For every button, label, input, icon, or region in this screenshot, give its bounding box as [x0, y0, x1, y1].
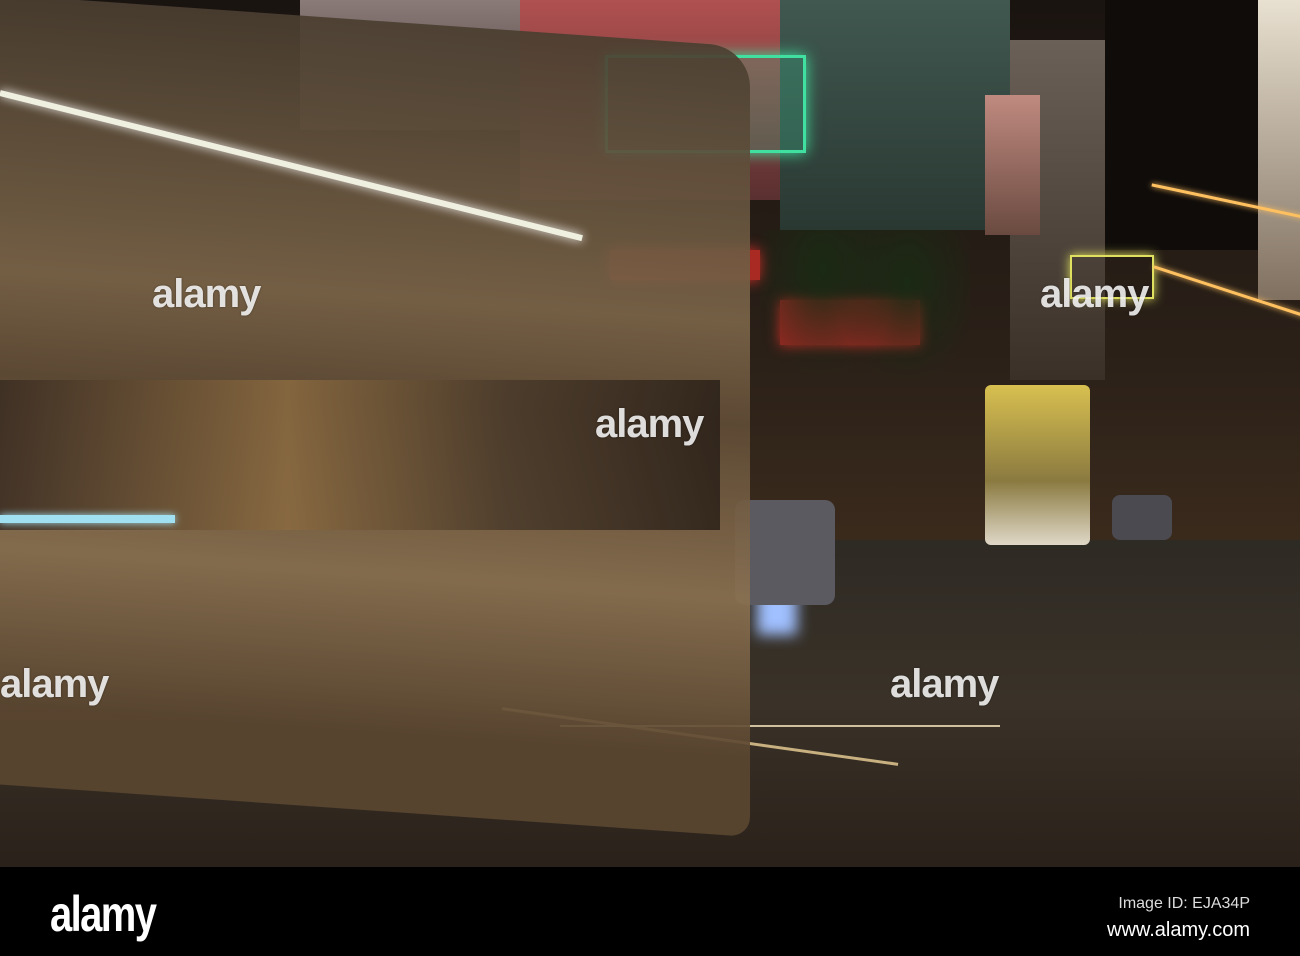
alamy-logo: alamy — [50, 886, 157, 942]
night-street-photo: alamy alamy alamy alamy alamy alamy — [0, 0, 1300, 867]
car — [1112, 495, 1172, 540]
palm-trees — [760, 230, 970, 490]
watermark: alamy — [152, 272, 261, 316]
building-far-right — [1258, 0, 1300, 300]
tram-light-streak — [0, 515, 175, 523]
car — [735, 500, 835, 605]
image-id: Image ID: EJA34P — [1118, 895, 1250, 912]
night-sky — [1105, 0, 1260, 250]
site-url[interactable]: www.alamy.com — [1107, 919, 1250, 942]
watermark: alamy — [0, 662, 109, 706]
billboard — [985, 95, 1040, 235]
watermark: alamy — [890, 662, 999, 706]
watermark: alamy — [595, 402, 704, 446]
watermark: alamy — [1040, 272, 1149, 316]
glass-tower — [780, 0, 1010, 230]
footer-bar: alamy Image ID: EJA34P www.alamy.com — [0, 867, 1300, 956]
double-decker-bus — [985, 385, 1090, 545]
